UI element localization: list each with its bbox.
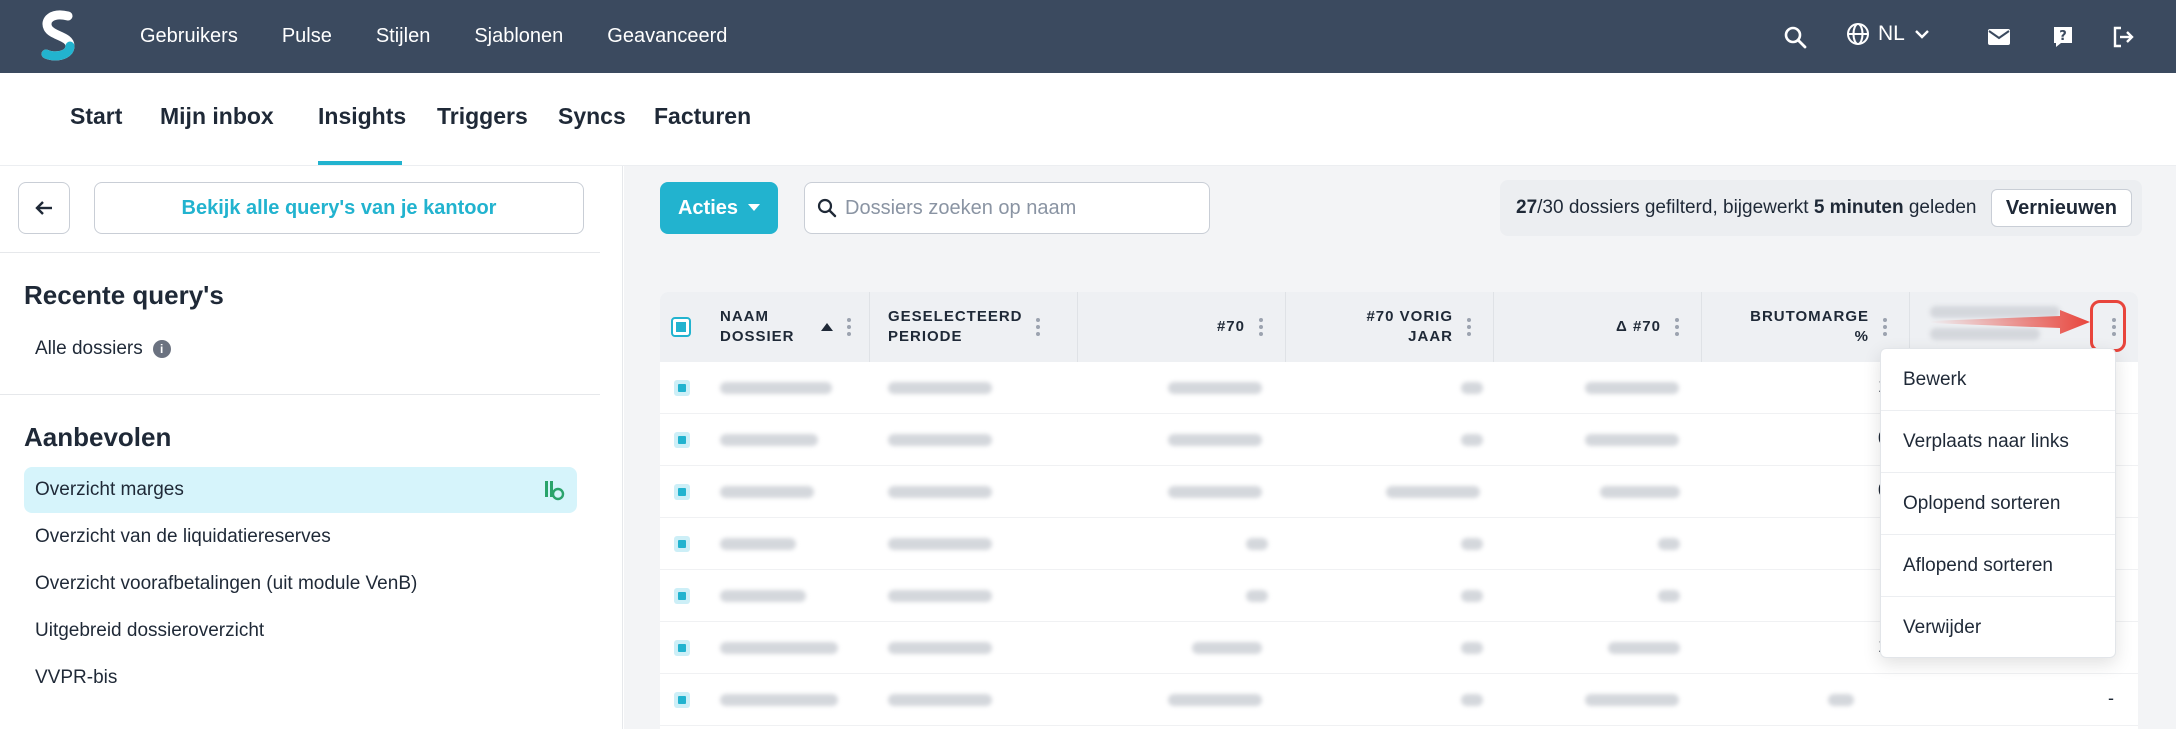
column-header-geselecteerde-periode[interactable]: GESELECTEERDE PERIODE [870,292,1078,362]
divider [0,394,600,395]
language-selector[interactable]: NL [1846,22,1931,46]
chevron-down-icon [1915,30,1929,39]
globe-icon [1847,23,1869,45]
query-label: Overzicht van de liquidatiereserves [35,526,331,547]
filter-status-bar: 27/30 dossiers gefilterd, bijgewerkt 5 m… [1500,180,2142,236]
tab-mijn-inbox[interactable]: Mijn inbox [160,103,274,130]
annotation-arrow-icon [1930,310,2090,334]
actions-dropdown-button[interactable]: Acties [660,182,778,234]
query-label: Alle dossiers [35,338,143,359]
column-menu-icon[interactable] [1259,318,1263,336]
active-tab-indicator [318,161,402,165]
select-all-checkbox-cell [660,292,702,362]
divider [0,252,600,253]
tab-start[interactable]: Start [70,103,122,130]
row-checkbox[interactable] [674,692,690,708]
search-icon [817,198,837,218]
topnav-pulse[interactable]: Pulse [282,25,332,48]
query-sidebar: Bekijk alle query's van je kantoor Recen… [0,166,623,729]
topnav-stijlen[interactable]: Stijlen [376,25,430,48]
column-options-menu: Bewerk Verplaats naar links Oplopend sor… [1880,348,2116,658]
topnav-geavanceerd[interactable]: Geavanceerd [607,25,727,48]
app-logo[interactable] [38,10,80,64]
caret-down-icon [748,204,761,211]
row-checkbox[interactable] [674,588,690,604]
actions-label: Acties [677,196,739,219]
language-code: NL [1878,22,1905,45]
mail-icon[interactable] [1986,24,2012,50]
row-checkbox[interactable] [674,484,690,500]
help-icon[interactable]: ? [2050,24,2076,50]
column-header-brutomarge[interactable]: BRUTOMARGE% [1702,292,1910,362]
column-header-70-vorig-jaar[interactable]: #70 VORIG JAAR [1286,292,1494,362]
top-navigation-bar: Gebruikers Pulse Stijlen Sjablonen Geava… [0,0,2176,73]
recommended-query-voorafbetalingen[interactable]: Overzicht voorafbetalingen (uit module V… [24,561,577,607]
search-icon[interactable] [1782,24,1808,50]
query-settings-icon[interactable] [543,479,565,501]
filtered-count: 27 [1516,197,1538,218]
refresh-button[interactable]: Vernieuwen [1990,189,2132,227]
recent-queries-title: Recente query's [24,280,224,310]
query-label: Overzicht marges [35,479,184,500]
column-menu-icon[interactable] [846,318,851,336]
topnav-gebruikers[interactable]: Gebruikers [140,25,238,48]
updated-time: 5 minuten [1813,197,1904,218]
menu-item-verplaats-naar-links[interactable]: Verplaats naar links [1881,411,2115,473]
query-label: VVPR-bis [35,667,118,688]
recommended-query-uitgebreid-dossieroverzicht[interactable]: Uitgebreid dossieroverzicht [24,608,577,654]
column-menu-icon[interactable] [1467,318,1471,336]
tab-insights[interactable]: Insights [318,103,406,130]
status-text: /30 dossiers gefilterd, bijgewerkt [1537,197,1814,218]
tab-triggers[interactable]: Triggers [437,103,528,130]
recommended-title: Aanbevolen [24,422,172,452]
obscured-column-cell: - [2108,688,2114,708]
column-header-naam-dossier[interactable]: NAAM DOSSIER [720,292,870,362]
all-queries-button[interactable]: Bekijk alle query's van je kantoor [94,182,584,234]
query-label: Overzicht voorafbetalingen (uit module V… [35,573,418,594]
tab-syncs[interactable]: Syncs [558,103,626,130]
info-icon[interactable]: i [152,340,171,358]
row-checkbox[interactable] [674,432,690,448]
menu-item-oplopend-sorteren[interactable]: Oplopend sorteren [1881,473,2115,535]
menu-item-verwijder[interactable]: Verwijder [1881,597,2115,659]
column-header-70[interactable]: #70 [1078,292,1286,362]
status-suffix: geleden [1903,197,1977,218]
annotation-highlight [2090,300,2126,352]
row-checkbox[interactable] [674,536,690,552]
top-menu: Gebruikers Pulse Stijlen Sjablonen Geava… [140,0,771,73]
menu-item-bewerk[interactable]: Bewerk [1881,349,2115,411]
arrow-left-icon [35,201,52,215]
column-menu-icon[interactable] [1883,318,1887,336]
dossier-search-box [804,182,1210,234]
column-header-delta-70[interactable]: Δ #70 [1494,292,1702,362]
secondary-navigation: Start Mijn inbox Insights Triggers Syncs… [0,73,2176,166]
row-checkbox[interactable] [674,380,690,396]
logout-icon[interactable] [2110,24,2136,50]
recent-query-alle-dossiers[interactable]: Alle dossiers i [24,326,577,372]
tab-facturen[interactable]: Facturen [654,103,751,130]
recommended-query-liquidatiereserves[interactable]: Overzicht van de liquidatiereserves [24,514,577,560]
query-label: Uitgebreid dossieroverzicht [35,620,265,641]
svg-text:?: ? [2059,29,2067,44]
sort-ascending-icon[interactable] [820,323,833,331]
recommended-query-vvpr-bis[interactable]: VVPR-bis [24,655,577,701]
row-checkbox[interactable] [674,640,690,656]
table-row[interactable]: - [660,674,2138,726]
topnav-sjablonen[interactable]: Sjablonen [474,25,563,48]
column-menu-icon[interactable] [1675,318,1679,336]
select-all-checkbox[interactable] [671,317,691,337]
recommended-query-overzicht-marges[interactable]: Overzicht marges [24,467,577,513]
dossier-search-input[interactable] [845,196,1185,220]
back-button[interactable] [18,182,70,234]
menu-item-aflopend-sorteren[interactable]: Aflopend sorteren [1881,535,2115,597]
column-menu-icon[interactable] [1036,318,1040,336]
